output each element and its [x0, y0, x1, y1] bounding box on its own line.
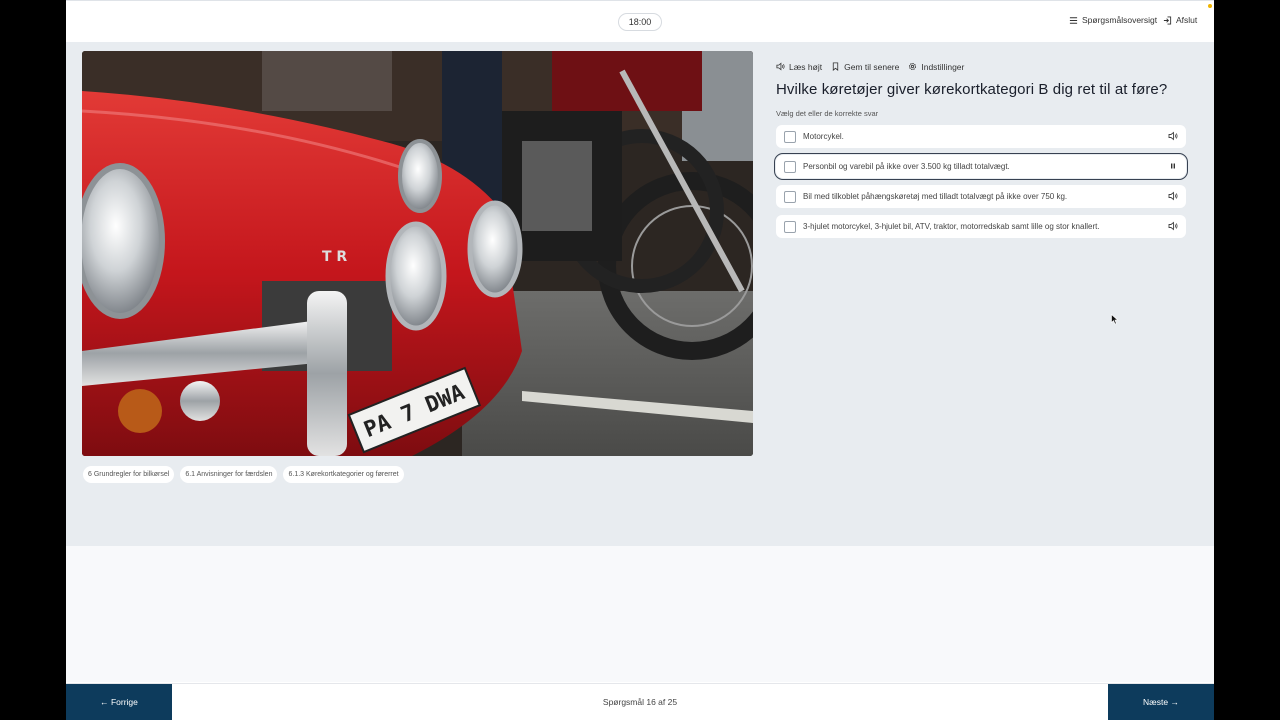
answer-label: 3-hjulet motorcykel, 3-hjulet bil, ATV, … — [803, 222, 1100, 231]
topic-tag[interactable]: 6 Grundregler for bilkørsel — [83, 466, 175, 483]
speaker-icon — [776, 62, 785, 71]
save-later-button[interactable]: Gem til senere — [831, 62, 899, 72]
pause-icon[interactable] — [1168, 161, 1178, 171]
question-area: PA 7 DWA T R 6 Grundregler for bilkørsel… — [66, 42, 1214, 546]
topic-tags: 6 Grundregler for bilkørsel 6.1 Anvisnin… — [83, 466, 404, 483]
timer: 18:00 — [618, 13, 662, 31]
question-panel: Læs højt Gem til senere Indstillinger Hv… — [774, 60, 1188, 245]
app-window: 18:00 Spørgsmålsoversigt Afslut PA 7 DWA… — [66, 0, 1214, 720]
list-icon — [1069, 16, 1078, 24]
question-toolbar: Læs højt Gem til senere Indstillinger — [776, 60, 1188, 73]
answer-option-4[interactable]: 3-hjulet motorcykel, 3-hjulet bil, ATV, … — [776, 215, 1186, 238]
exit-label: Afslut — [1176, 15, 1198, 25]
bookmark-icon — [832, 62, 839, 71]
question-progress: Spørgsmål 16 af 25 — [602, 697, 678, 707]
topic-tag[interactable]: 6.1 Anvisninger for færdslen — [180, 466, 278, 483]
question-overview-label: Spørgsmålsoversigt — [1082, 15, 1158, 25]
question-image: PA 7 DWA T R — [82, 51, 753, 456]
exit-button[interactable]: Afslut — [1163, 15, 1197, 25]
settings-button[interactable]: Indstillinger — [908, 62, 964, 72]
exit-icon — [1163, 15, 1172, 25]
footer-spacer — [66, 546, 1214, 682]
speaker-icon[interactable] — [1168, 191, 1178, 201]
speaker-icon[interactable] — [1168, 221, 1178, 231]
answer-label: Personbil og varebil på ikke over 3.500 … — [803, 162, 1010, 171]
topic-tag[interactable]: 6.1.3 Kørekortkategorier og førerret — [283, 466, 404, 483]
answer-option-1[interactable]: Motorcykel. — [776, 125, 1186, 148]
bottom-navigation: ← Forrige Spørgsmål 16 af 25 Næste → — [66, 683, 1214, 720]
answer-checkbox[interactable] — [784, 190, 796, 203]
answer-options: Motorcykel. Personbil og varebil på ikke… — [774, 125, 1188, 238]
read-aloud-label: Læs højt — [789, 61, 823, 72]
settings-label: Indstillinger — [921, 61, 965, 72]
badge-text: T R — [322, 249, 347, 265]
answer-option-3[interactable]: Bil med tilkoblet påhængskøretøj med til… — [776, 185, 1186, 208]
status-dot — [1208, 4, 1212, 8]
speaker-icon[interactable] — [1168, 131, 1178, 141]
question-title: Hvilke køretøjer giver kørekortkategori … — [776, 81, 1168, 98]
answer-checkbox[interactable] — [784, 220, 796, 233]
top-bar: 18:00 Spørgsmålsoversigt Afslut — [66, 0, 1214, 42]
answer-label: Motorcykel. — [803, 132, 844, 141]
answer-option-2[interactable]: Personbil og varebil på ikke over 3.500 … — [774, 153, 1188, 180]
next-button[interactable]: Næste → — [1108, 684, 1214, 720]
mouse-cursor-icon — [1111, 314, 1119, 325]
answer-hint: Vælg det eller de korrekte svar — [776, 109, 879, 118]
save-later-label: Gem til senere — [844, 61, 900, 72]
read-aloud-button[interactable]: Læs højt — [776, 62, 822, 72]
question-overview-button[interactable]: Spørgsmålsoversigt — [1069, 15, 1157, 25]
answer-label: Bil med tilkoblet påhængskøretøj med til… — [803, 192, 1068, 201]
answer-checkbox[interactable] — [784, 160, 796, 173]
gear-icon — [909, 62, 917, 71]
answer-checkbox[interactable] — [784, 130, 796, 143]
